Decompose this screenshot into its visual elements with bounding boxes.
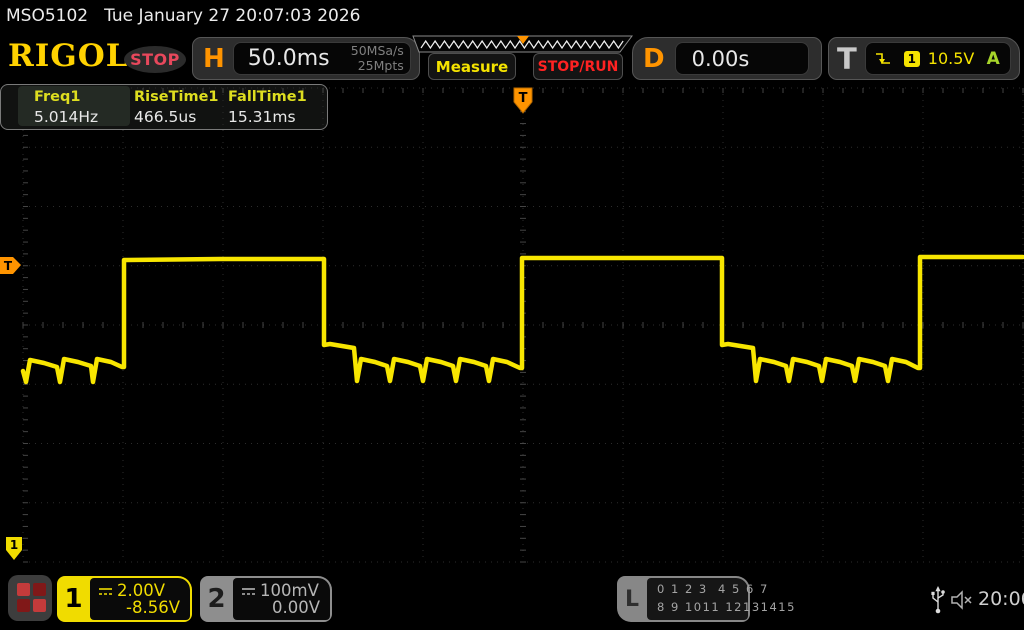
delay-pill: 0.00s bbox=[674, 42, 809, 75]
run-state-badge: STOP bbox=[124, 46, 186, 73]
channel2-number: 2 bbox=[207, 584, 226, 614]
trigger-pill: 1 10.5V A bbox=[864, 42, 1011, 75]
datetime: Tue January 27 20:07:03 2026 bbox=[104, 6, 361, 26]
logic-row2: 8 9 1011 12131415 bbox=[657, 600, 796, 614]
channel1-offset-label: 1 bbox=[10, 538, 18, 552]
stop-run-button[interactable]: STOP/RUN bbox=[533, 53, 623, 80]
measure-button[interactable]: Measure bbox=[428, 53, 516, 80]
usb-icon bbox=[931, 586, 945, 614]
delay-value: 0.00s bbox=[691, 46, 750, 71]
status-bar: MSO5102 Tue January 27 20:07:03 2026 bbox=[0, 0, 1024, 32]
trigger-position-marker[interactable]: T bbox=[509, 86, 537, 118]
channel2-settings: 100mV 0.00V bbox=[233, 578, 330, 620]
trigger-level-marker[interactable]: T bbox=[0, 256, 24, 276]
trigger-position-label: T bbox=[519, 91, 528, 106]
sound-muted-icon[interactable] bbox=[950, 589, 974, 611]
measurement-label: FallTime1 bbox=[228, 89, 307, 105]
dc-coupling-icon bbox=[99, 587, 112, 595]
horizontal-label: H bbox=[203, 43, 225, 74]
channel2-block[interactable]: 2 100mV 0.00V bbox=[200, 576, 332, 622]
sample-rate: 50MSa/s bbox=[350, 43, 404, 59]
trigger-mode: A bbox=[986, 48, 1000, 69]
channel1-offset-marker[interactable]: 1 bbox=[5, 536, 25, 562]
measurement-label: RiseTime1 bbox=[134, 89, 219, 105]
logic-label: L bbox=[624, 586, 640, 612]
trigger-level-label: T bbox=[4, 259, 13, 273]
channel1-settings: 2.00V -8.56V bbox=[90, 578, 190, 620]
timebase-pill: 50.0ms 50MSa/s 25Mpts bbox=[232, 42, 411, 75]
windows-menu-icon[interactable] bbox=[8, 575, 52, 621]
channel1-offset-value: -8.56V bbox=[126, 598, 180, 617]
memory-depth: 25Mpts bbox=[357, 57, 404, 73]
red-square bbox=[17, 583, 30, 596]
measurement-value: 15.31ms bbox=[228, 108, 296, 126]
horizontal-menu-block[interactable]: H 50.0ms 50MSa/s 25Mpts bbox=[192, 37, 420, 80]
logic-analyzer-block[interactable]: L 0 1 2 3 4 5 6 7 8 9 1011 12131415 bbox=[617, 576, 796, 622]
red-square bbox=[33, 583, 46, 596]
trigger-menu-block[interactable]: T 1 10.5V A bbox=[828, 37, 1020, 80]
waveform-display-area: T T 1 Freq1 5.014Hz RiseTime1 466.5us Fa… bbox=[0, 84, 1024, 570]
channel1-waveform bbox=[20, 254, 1024, 385]
red-square bbox=[33, 599, 46, 612]
clock: 20:06 bbox=[978, 588, 1024, 610]
trigger-level-value: 10.5V bbox=[927, 49, 975, 68]
red-square bbox=[17, 599, 30, 612]
channel1-block[interactable]: 1 2.00V -8.56V bbox=[57, 576, 192, 622]
measurement-label: Freq1 bbox=[34, 89, 81, 105]
trigger-source-badge: 1 bbox=[903, 50, 920, 67]
timebase-value: 50.0ms bbox=[247, 46, 330, 71]
delay-menu-block[interactable]: D 0.00s bbox=[632, 37, 822, 80]
rigol-logo: RIGOL bbox=[8, 38, 129, 74]
channel1-number: 1 bbox=[64, 584, 83, 614]
measurement-value: 466.5us bbox=[134, 108, 197, 126]
model-name: MSO5102 bbox=[6, 6, 89, 26]
logic-channels: 0 1 2 3 4 5 6 7 8 9 1011 12131415 bbox=[647, 578, 796, 620]
dc-coupling-icon bbox=[242, 587, 255, 595]
falling-edge-icon bbox=[875, 52, 890, 64]
channel2-offset-value: 0.00V bbox=[271, 598, 320, 617]
oscilloscope-screen: MSO5102 Tue January 27 20:07:03 2026 RIG… bbox=[0, 0, 1024, 630]
measurement-value: 5.014Hz bbox=[34, 108, 99, 126]
logic-row1: 0 1 2 3 4 5 6 7 bbox=[657, 582, 769, 597]
acquisition-info: 50MSa/s 25Mpts bbox=[350, 43, 404, 73]
delay-label: D bbox=[643, 43, 665, 74]
trigger-label: T bbox=[837, 41, 857, 76]
